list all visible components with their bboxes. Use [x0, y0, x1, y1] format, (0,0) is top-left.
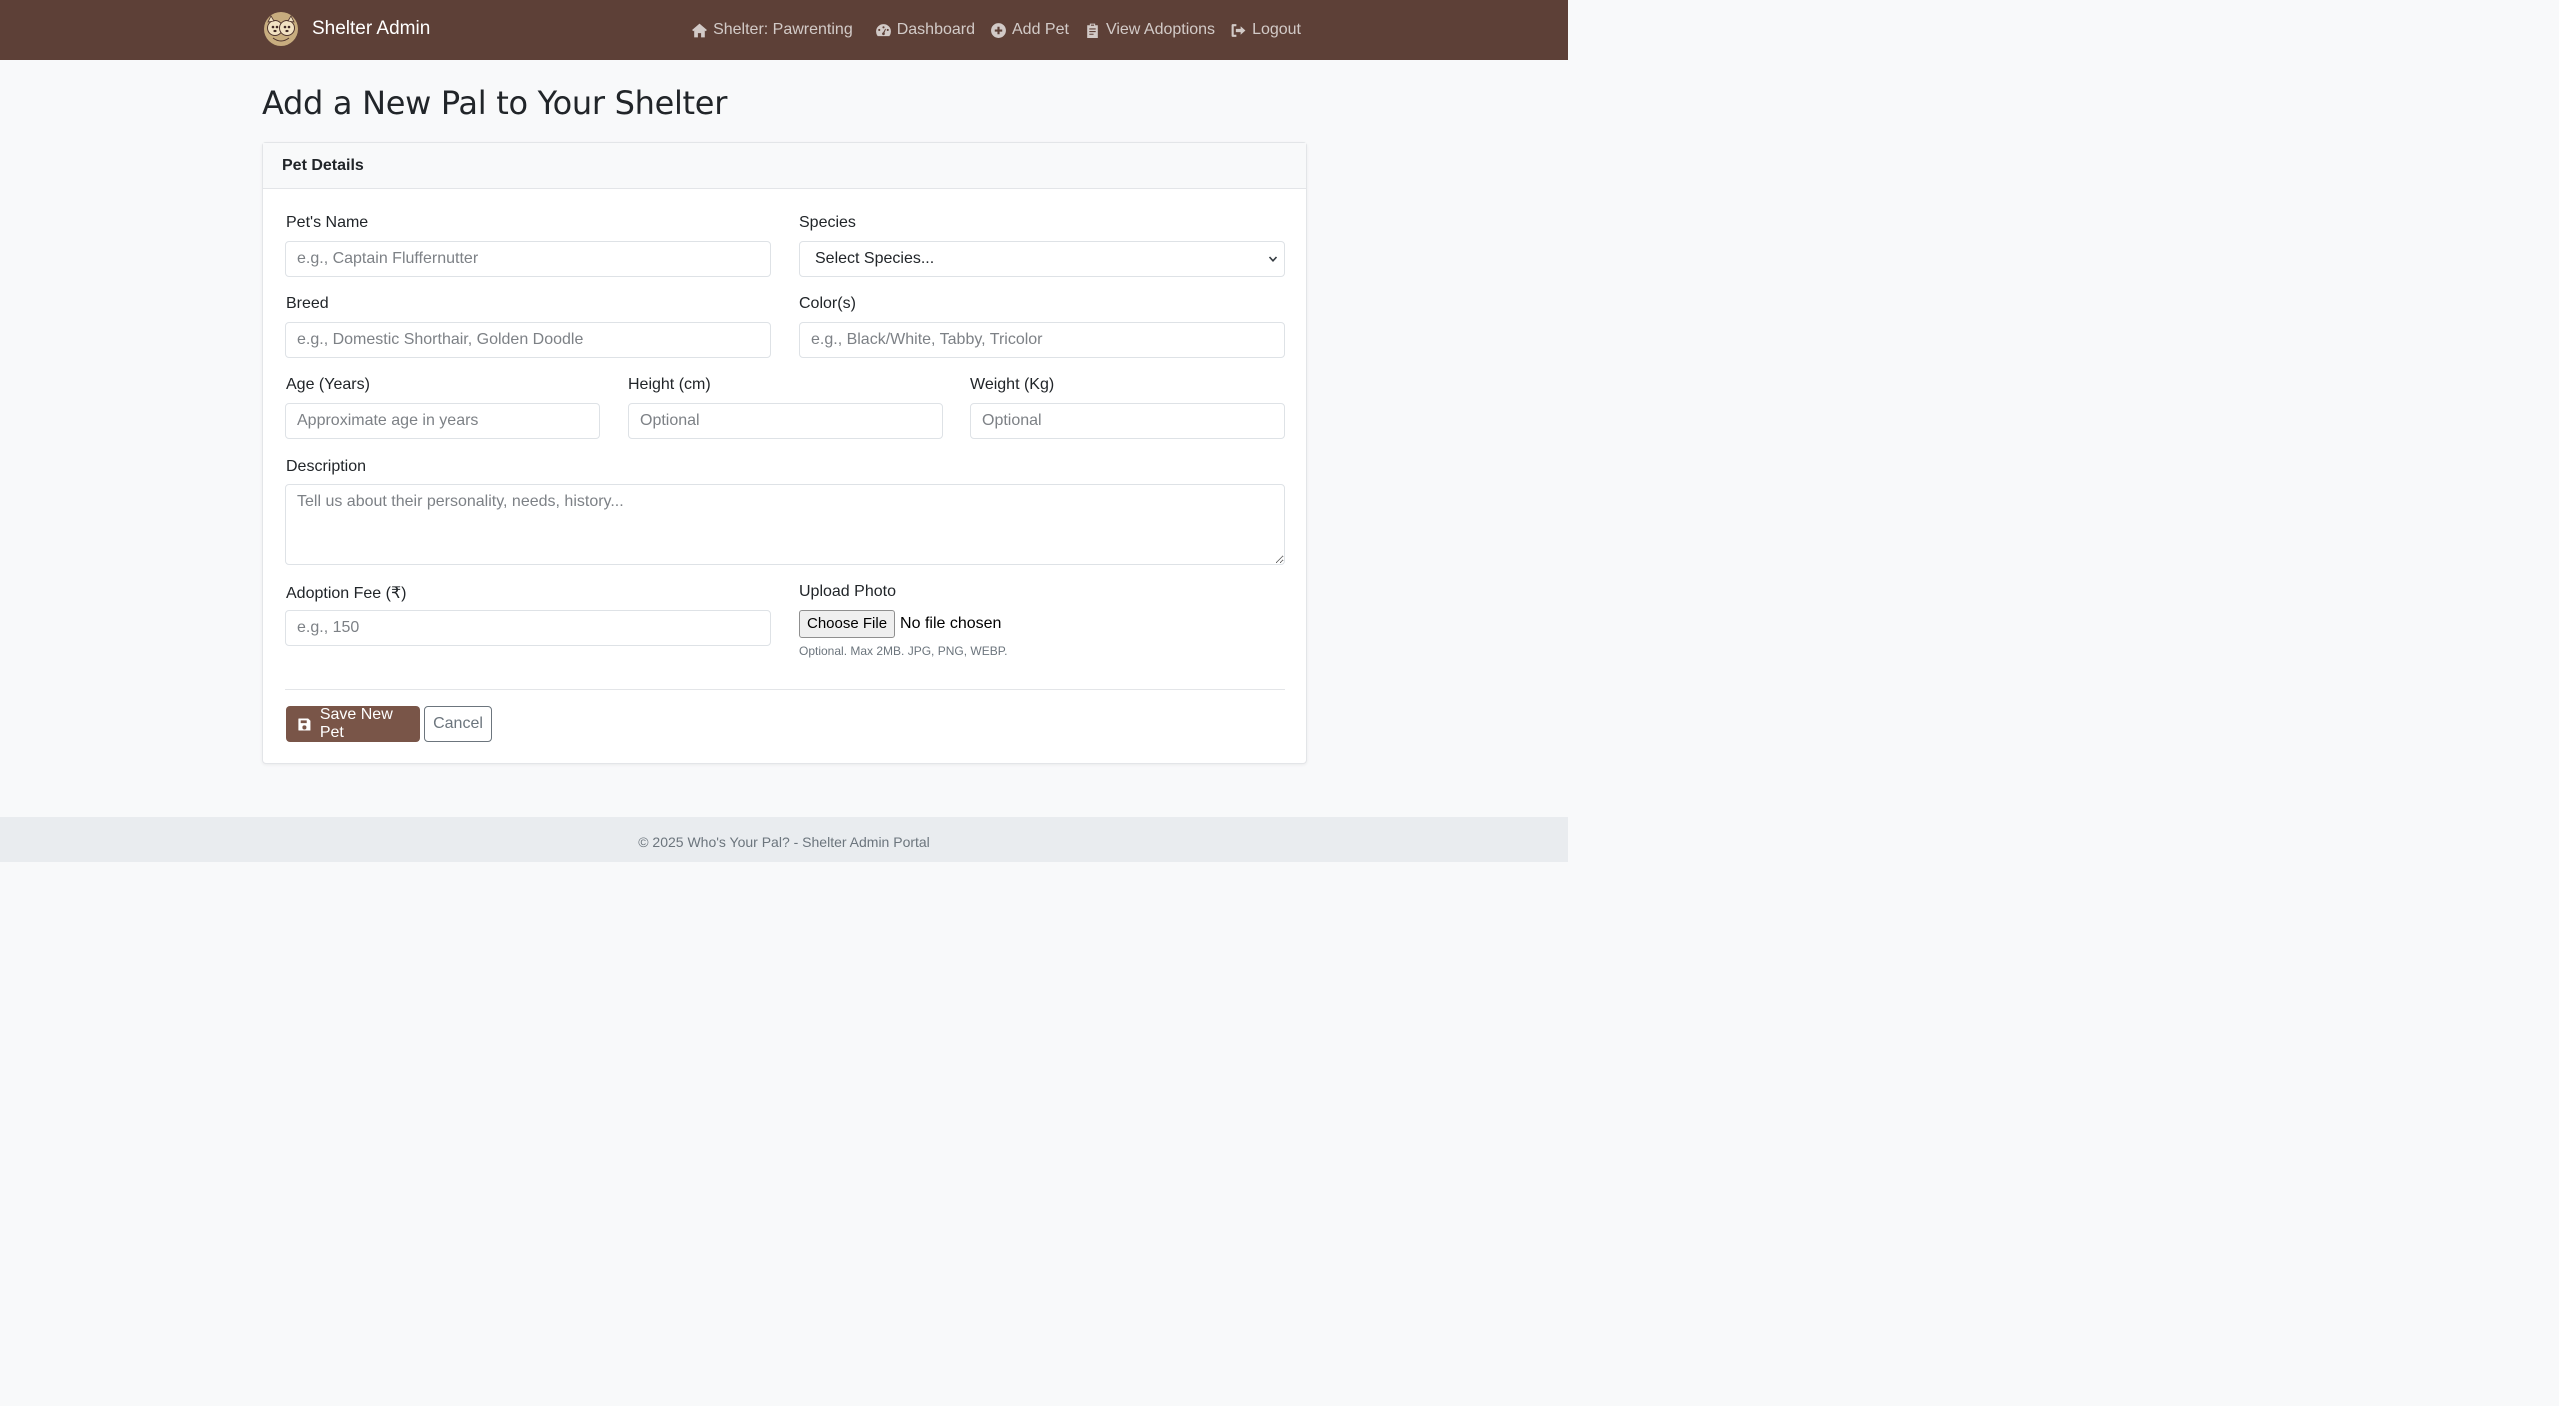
brand[interactable]: Shelter Admin — [263, 11, 430, 47]
nav-item-view-adoptions[interactable]: View Adoptions — [1084, 21, 1215, 39]
breed-input[interactable] — [285, 322, 771, 358]
nav-item-dashboard[interactable]: Dashboard — [875, 21, 975, 39]
nav-item-shelter[interactable]: Shelter: Pawrenting — [691, 21, 853, 39]
adoption-fee-label: Adoption Fee (₹) — [286, 585, 407, 602]
save-new-pet-button[interactable]: Save New Pet — [286, 706, 420, 742]
height-label: Height (cm) — [628, 376, 711, 393]
pet-name-input[interactable] — [285, 241, 771, 277]
breed-label: Breed — [286, 295, 329, 312]
save-button-label: Save New Pet — [319, 706, 393, 741]
paw-logo-icon — [264, 12, 298, 46]
gauge-icon — [875, 23, 891, 36]
top-navbar: Shelter Admin Shelter: Pawrenting Dashbo… — [0, 0, 1568, 60]
species-label: Species — [799, 214, 856, 231]
nav-item-label: View Adoptions — [1105, 21, 1216, 38]
weight-input[interactable] — [970, 403, 1285, 439]
logout-icon — [1231, 23, 1246, 37]
clipboard-icon — [1087, 23, 1098, 38]
card-header: Pet Details — [263, 143, 1306, 189]
nav-item-label: Add Pet — [1012, 21, 1069, 38]
species-select[interactable]: Select Species... — [799, 241, 1285, 277]
footer: © 2025 Who's Your Pal? - Shelter Admin P… — [0, 817, 1568, 862]
pet-details-card: Pet Details Pet's Name Species Select Sp… — [262, 142, 1307, 764]
height-input[interactable] — [628, 403, 943, 439]
home-icon — [692, 23, 708, 37]
file-upload: Choose File No file chosen — [799, 610, 1001, 638]
brand-title: Shelter Admin — [312, 18, 431, 39]
nav-item-add-pet[interactable]: Add Pet — [990, 21, 1069, 39]
color-input[interactable] — [799, 322, 1285, 358]
age-label: Age (Years) — [286, 376, 370, 393]
file-status: No file chosen — [900, 615, 1002, 632]
nav-item-label: Dashboard — [896, 21, 975, 38]
form-divider — [285, 689, 1285, 690]
page-title: Add a New Pal to Your Shelter — [262, 84, 728, 122]
nav-item-label: Logout — [1252, 21, 1301, 38]
save-icon — [298, 717, 311, 731]
adoption-fee-input[interactable] — [285, 610, 771, 646]
chevron-down-icon — [1268, 256, 1278, 262]
nav-item-label: Shelter: Pawrenting — [713, 21, 853, 38]
footer-text: © 2025 Who's Your Pal? - Shelter Admin P… — [638, 834, 930, 850]
choose-file-button[interactable]: Choose File — [799, 610, 896, 638]
age-input[interactable] — [285, 403, 600, 439]
cancel-button[interactable]: Cancel — [424, 706, 492, 742]
weight-label: Weight (Kg) — [970, 376, 1055, 393]
description-label: Description — [286, 458, 367, 475]
upload-photo-label: Upload Photo — [799, 583, 896, 600]
description-textarea[interactable] — [285, 484, 1285, 565]
color-label: Color(s) — [799, 295, 856, 312]
plus-circle-icon — [991, 22, 1006, 38]
nav-links: Shelter: Pawrenting Dashboard Add Pet Vi… — [691, 15, 1301, 45]
photo-help-text: Optional. Max 2MB. JPG, PNG, WEBP. — [799, 644, 1008, 658]
pet-name-label: Pet's Name — [286, 214, 369, 231]
species-selected-value: Select Species... — [815, 250, 935, 267]
nav-item-logout[interactable]: Logout — [1230, 21, 1301, 39]
